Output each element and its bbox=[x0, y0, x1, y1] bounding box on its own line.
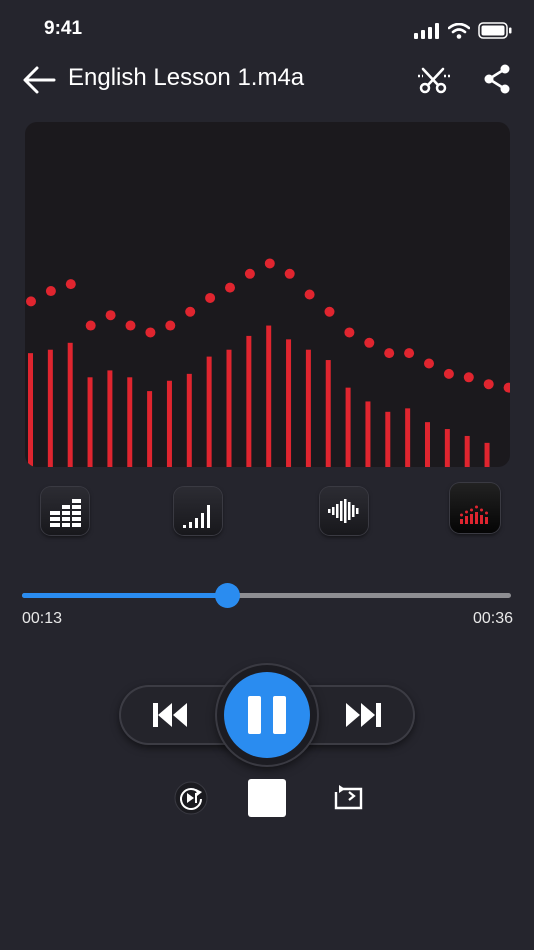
visualizer-peak-dot bbox=[85, 320, 96, 331]
mode-spectrum-button[interactable] bbox=[450, 483, 500, 533]
visualizer-peak-dot bbox=[304, 289, 315, 300]
pause-icon bbox=[248, 696, 286, 734]
stop-button[interactable] bbox=[248, 779, 286, 817]
seek-progress bbox=[22, 593, 228, 598]
visualizer-peak-dot bbox=[463, 372, 474, 383]
visualizer-peak-dot bbox=[185, 306, 196, 317]
visualizer-peak-dot bbox=[264, 258, 275, 269]
visualizer-canvas bbox=[26, 258, 510, 467]
visualizer-bar bbox=[67, 342, 73, 467]
trim-scissors-icon[interactable] bbox=[417, 64, 451, 96]
visualizer-bar bbox=[107, 370, 113, 467]
visualizer-peak-dot bbox=[404, 348, 415, 359]
total-time: 00:36 bbox=[472, 610, 513, 627]
battery-icon bbox=[478, 22, 512, 39]
audio-visualizer bbox=[25, 122, 510, 467]
visualizer-bar bbox=[325, 360, 331, 467]
visualizer-peak-dot bbox=[244, 268, 255, 279]
visualizer-bar bbox=[47, 349, 53, 467]
visualizer-bar bbox=[444, 429, 450, 467]
visualizer-peak-dot bbox=[424, 358, 434, 369]
next-track-icon[interactable] bbox=[344, 700, 384, 730]
visualizer-bar bbox=[246, 335, 252, 467]
pause-button[interactable] bbox=[224, 672, 310, 758]
visualizer-bar bbox=[28, 353, 33, 467]
visualizer-bar bbox=[305, 349, 311, 467]
visualizer-peak-dot bbox=[344, 327, 355, 338]
wifi-icon bbox=[448, 22, 470, 39]
visualizer-bar bbox=[166, 380, 172, 467]
visualizer-peak-dot bbox=[26, 296, 36, 307]
visualizer-peak-dot bbox=[45, 286, 56, 297]
visualizer-peak-dot bbox=[65, 279, 76, 290]
visualizer-peak-dot bbox=[205, 292, 216, 303]
replay-icon[interactable] bbox=[174, 781, 208, 815]
visualizer-peak-dot bbox=[125, 320, 136, 331]
cellular-signal-icon bbox=[414, 22, 439, 39]
visualizer-peak-dot bbox=[324, 306, 335, 317]
visualizer-peak-dot bbox=[384, 348, 395, 359]
visualizer-peak-dot bbox=[145, 327, 156, 338]
visualizer-bar bbox=[365, 401, 371, 467]
previous-track-icon[interactable] bbox=[151, 700, 191, 730]
status-time: 9:41 bbox=[44, 18, 83, 39]
visualizer-bar bbox=[286, 339, 292, 467]
visualizer-peak-dot bbox=[364, 337, 375, 348]
seek-thumb[interactable] bbox=[214, 583, 240, 608]
visualizer-peak-dot bbox=[503, 382, 510, 393]
spectrum-dots-icon bbox=[460, 505, 488, 524]
equalizer-bars-icon bbox=[50, 499, 81, 527]
visualizer-peak-dot bbox=[105, 310, 116, 321]
share-icon[interactable] bbox=[482, 63, 512, 95]
mode-waveform-button[interactable] bbox=[320, 487, 368, 535]
visualizer-bar bbox=[345, 387, 351, 467]
visualizer-bar bbox=[147, 391, 153, 467]
visualizer-bar bbox=[464, 435, 470, 467]
visualizer-peak-dot bbox=[225, 282, 235, 293]
visualizer-bar bbox=[206, 356, 212, 467]
repeat-icon[interactable] bbox=[331, 782, 365, 812]
visualizer-bar bbox=[425, 422, 430, 467]
visualizer-peak-dot bbox=[483, 379, 494, 390]
visualizer-bar bbox=[226, 349, 232, 467]
visualizer-peak-dot bbox=[284, 268, 295, 279]
visualizer-bar bbox=[87, 377, 93, 467]
visualizer-bar bbox=[266, 325, 272, 467]
waveform-icon bbox=[328, 499, 359, 523]
visualizer-bar bbox=[484, 442, 490, 467]
status-icons bbox=[414, 22, 512, 39]
visualizer-bar bbox=[186, 373, 192, 467]
visualizer-bar bbox=[127, 377, 133, 467]
page-title: English Lesson 1.m4a bbox=[68, 64, 305, 91]
visualizer-peak-dot bbox=[443, 368, 454, 379]
signal-bars-icon bbox=[183, 505, 210, 528]
mode-equalizer-button[interactable] bbox=[41, 487, 89, 535]
visualizer-peak-dot bbox=[165, 320, 176, 331]
visualizer-bar bbox=[385, 411, 391, 467]
visualizer-bar bbox=[405, 408, 411, 467]
mode-signal-button[interactable] bbox=[174, 487, 222, 535]
current-time: 00:13 bbox=[22, 610, 63, 627]
back-arrow-icon[interactable] bbox=[22, 64, 56, 96]
